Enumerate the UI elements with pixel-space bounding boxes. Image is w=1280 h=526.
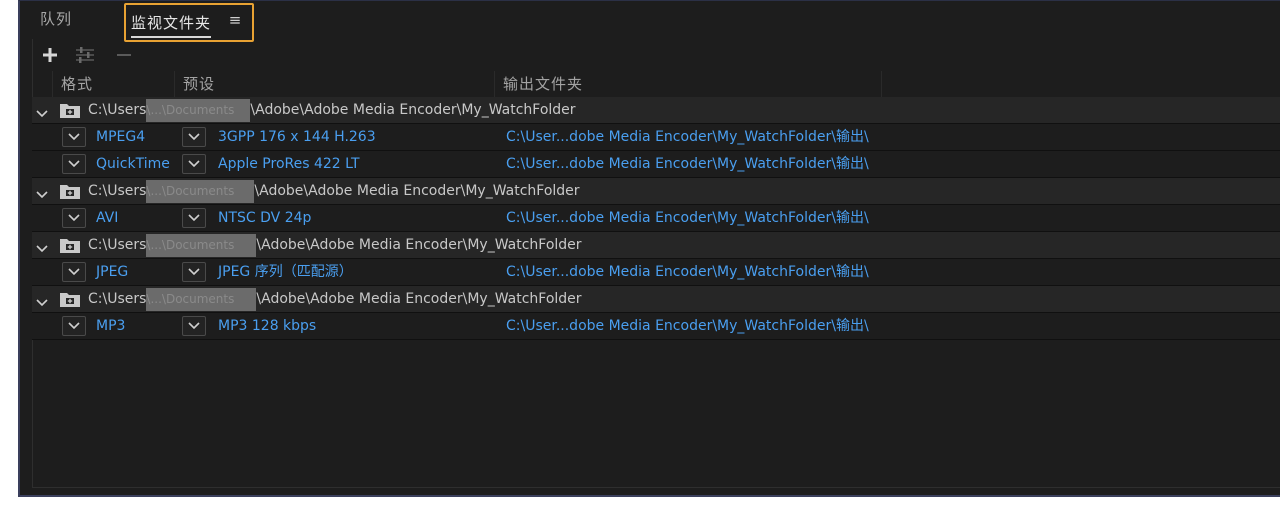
preset-link[interactable]: JPEG 序列（匹配源） (218, 259, 353, 286)
output-folder-link[interactable]: C:\User...dobe Media Encoder\My_WatchFol… (506, 205, 869, 232)
path-redacted-segment: \...\Documents (146, 288, 257, 311)
path-redacted-segment: \...\Documents (146, 99, 251, 122)
path-suffix: \Adobe\Adobe Media Encoder\My_WatchFolde… (254, 183, 580, 199)
add-watch-folder-button[interactable] (40, 45, 60, 65)
sliders-icon (76, 47, 94, 63)
watch-folder-row[interactable]: C:\Users\...\Documents \Adobe\Adobe Media… (32, 97, 1280, 124)
chevron-down-icon (188, 268, 200, 276)
format-link[interactable]: JPEG (96, 259, 128, 286)
format-link[interactable]: QuickTime (96, 151, 170, 178)
preset-link[interactable]: Apple ProRes 422 LT (218, 151, 360, 178)
chevron-down-icon[interactable] (36, 184, 50, 199)
path-suffix: \Adobe\Adobe Media Encoder\My_WatchFolde… (256, 237, 582, 253)
chevron-down-icon (68, 214, 80, 222)
watch-folder-icon (60, 292, 80, 307)
chevron-down-icon[interactable] (36, 103, 50, 118)
chevron-down-icon (68, 322, 80, 330)
watch-folders-panel: 队列 监视文件夹 ≡ 格式 预设 输出文件夹 C:\Users\...\Docu… (18, 0, 1280, 497)
chevron-down-icon (188, 322, 200, 330)
format-link[interactable]: MP3 (96, 313, 125, 340)
format-dropdown-button[interactable] (62, 316, 86, 336)
tab-watch-folders-label: 监视文件夹 (131, 8, 212, 38)
chevron-down-icon (68, 160, 80, 168)
watch-folder-list: C:\Users\...\Documents \Adobe\Adobe Media… (32, 97, 1280, 340)
preset-dropdown-button[interactable] (182, 316, 206, 336)
format-dropdown-button[interactable] (62, 262, 86, 282)
preset-dropdown-button[interactable] (182, 262, 206, 282)
chevron-down-icon[interactable] (36, 292, 50, 307)
watch-folder-row[interactable]: C:\Users\...\Documents \Adobe\Adobe Media… (32, 232, 1280, 259)
preset-link[interactable]: NTSC DV 24p (218, 205, 311, 232)
output-folder-link[interactable]: C:\User...dobe Media Encoder\My_WatchFol… (506, 124, 869, 151)
path-prefix: C:\Users (88, 291, 147, 307)
output-item-row[interactable]: QuickTime Apple ProRes 422 LT C:\User...… (32, 151, 1280, 178)
path-suffix: \Adobe\Adobe Media Encoder\My_WatchFolde… (256, 291, 582, 307)
format-dropdown-button[interactable] (62, 208, 86, 228)
column-header-format[interactable]: 格式 (52, 71, 176, 97)
column-header-preset[interactable]: 预设 (174, 71, 494, 97)
preset-link[interactable]: 3GPP 176 x 144 H.263 (218, 124, 376, 151)
path-prefix: C:\Users (88, 183, 147, 199)
column-header-output-folder[interactable]: 输出文件夹 (494, 71, 882, 97)
output-settings-button[interactable] (74, 45, 94, 65)
path-redacted-segment: \...\Documents (146, 234, 257, 257)
output-folder-link[interactable]: C:\User...dobe Media Encoder\My_WatchFol… (506, 313, 869, 340)
watch-folder-path: C:\Users\...\Documents \Adobe\Adobe Media… (88, 286, 582, 313)
path-prefix: C:\Users (88, 102, 147, 118)
chevron-down-icon (188, 160, 200, 168)
output-item-row[interactable]: AVI NTSC DV 24p C:\User...dobe Media Enc… (32, 205, 1280, 232)
format-dropdown-button[interactable] (62, 154, 86, 174)
chevron-down-icon (68, 268, 80, 276)
path-prefix: C:\Users (88, 237, 147, 253)
tab-queue[interactable]: 队列 (40, 1, 72, 39)
preset-dropdown-button[interactable] (182, 127, 206, 147)
chevron-down-icon[interactable] (36, 238, 50, 253)
format-link[interactable]: MPEG4 (96, 124, 145, 151)
tab-watch-folders[interactable]: 监视文件夹 ≡ (124, 3, 255, 42)
remove-watch-folder-button[interactable] (114, 45, 134, 65)
watch-folder-path: C:\Users\...\Documents \Adobe\Adobe Media… (88, 232, 582, 259)
watch-folder-row[interactable]: C:\Users\...\Documents \Adobe\Adobe Media… (32, 178, 1280, 205)
tab-queue-label: 队列 (40, 10, 73, 28)
watch-folder-path: C:\Users\...\Documents \Adobe\Adobe Media… (88, 97, 576, 124)
watch-folder-icon (60, 184, 80, 199)
watch-folder-icon (60, 103, 80, 118)
panel-menu-icon[interactable]: ≡ (229, 5, 243, 35)
output-folder-link[interactable]: C:\User...dobe Media Encoder\My_WatchFol… (506, 259, 869, 286)
output-item-row[interactable]: JPEG JPEG 序列（匹配源） C:\User...dobe Media E… (32, 259, 1280, 286)
output-item-row[interactable]: MPEG4 3GPP 176 x 144 H.263 C:\User...dob… (32, 124, 1280, 151)
path-suffix: \Adobe\Adobe Media Encoder\My_WatchFolde… (250, 102, 576, 118)
chevron-down-icon (188, 214, 200, 222)
format-link[interactable]: AVI (96, 205, 118, 232)
watch-folder-icon (60, 238, 80, 253)
path-redacted-segment: \...\Documents (146, 180, 255, 203)
output-item-row[interactable]: MP3 MP3 128 kbps C:\User...dobe Media En… (32, 313, 1280, 340)
format-dropdown-button[interactable] (62, 127, 86, 147)
chevron-down-icon (68, 133, 80, 141)
preset-dropdown-button[interactable] (182, 154, 206, 174)
watch-folder-path: C:\Users\...\Documents \Adobe\Adobe Media… (88, 178, 580, 205)
watch-folder-row[interactable]: C:\Users\...\Documents \Adobe\Adobe Media… (32, 286, 1280, 313)
preset-dropdown-button[interactable] (182, 208, 206, 228)
column-header-row: 格式 预设 输出文件夹 (32, 71, 1280, 97)
minus-icon (117, 54, 131, 56)
preset-link[interactable]: MP3 128 kbps (218, 313, 316, 340)
output-folder-link[interactable]: C:\User...dobe Media Encoder\My_WatchFol… (506, 151, 869, 178)
chevron-down-icon (188, 133, 200, 141)
plus-icon (43, 48, 57, 62)
tab-strip: 队列 监视文件夹 ≡ (20, 1, 1280, 42)
